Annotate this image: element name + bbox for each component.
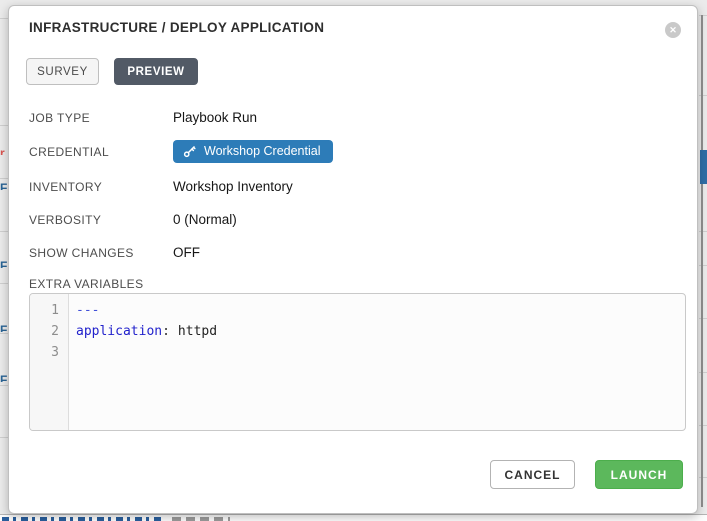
verbosity-label: VERBOSITY	[29, 213, 101, 227]
background-table-border	[701, 15, 703, 507]
inventory-label: INVENTORY	[29, 180, 102, 194]
background-row-divider	[0, 283, 8, 284]
inventory-value: Workshop Inventory	[173, 179, 293, 194]
background-link-fragment: F	[0, 323, 7, 332]
background-clipped-text	[172, 517, 230, 521]
editor-line-number-gutter: 1 2 3	[30, 294, 69, 430]
yaml-colon-token: :	[162, 324, 170, 339]
screen: r F F F F INFRASTRUCTURE / DEPLOY APPLIC…	[0, 0, 707, 521]
yaml-value-token: httpd	[178, 324, 217, 339]
credential-badge[interactable]: Workshop Credential	[173, 140, 333, 163]
survey-tab-button[interactable]: SURVEY	[26, 58, 99, 85]
background-row-divider	[0, 178, 8, 179]
modal-title: INFRASTRUCTURE / DEPLOY APPLICATION	[29, 20, 324, 35]
line-number: 1	[30, 300, 68, 321]
verbosity-value: 0 (Normal)	[173, 212, 237, 227]
background-text-fragment: r	[0, 146, 7, 155]
background-row-divider	[0, 231, 8, 232]
code-line-1: ---	[76, 300, 217, 321]
yaml-key-token: application	[76, 324, 162, 339]
yaml-doc-start-token: ---	[76, 303, 99, 318]
preview-tab-button[interactable]: PREVIEW	[114, 58, 198, 85]
background-row-divider	[0, 333, 8, 334]
extra-variables-label: EXTRA VARIABLES	[29, 277, 144, 291]
show-changes-value: OFF	[173, 245, 200, 260]
launch-button[interactable]: LAUNCH	[595, 460, 683, 489]
cancel-button[interactable]: CANCEL	[490, 460, 575, 489]
background-button-fragment	[700, 150, 707, 184]
extra-variables-editor[interactable]: 1 2 3 --- application: httpd	[29, 293, 686, 431]
code-line-3	[76, 342, 217, 363]
background-link-fragment: F	[0, 373, 7, 382]
deploy-application-modal: INFRASTRUCTURE / DEPLOY APPLICATION SURV…	[8, 5, 698, 514]
background-row-divider	[0, 385, 8, 386]
background-row-divider	[0, 18, 8, 19]
background-row-divider	[0, 125, 8, 126]
show-changes-label: SHOW CHANGES	[29, 246, 134, 260]
background-clipped-text	[2, 517, 164, 521]
line-number: 2	[30, 321, 68, 342]
close-icon[interactable]	[665, 22, 681, 38]
background-bottom-row	[0, 514, 707, 521]
credential-label: CREDENTIAL	[29, 145, 109, 159]
background-link-fragment: F	[0, 181, 7, 190]
job-type-value: Playbook Run	[173, 110, 257, 125]
job-type-label: JOB TYPE	[29, 111, 90, 125]
background-link-fragment: F	[0, 259, 7, 268]
credential-badge-label: Workshop Credential	[204, 144, 321, 158]
background-row-divider	[0, 437, 8, 438]
line-number: 3	[30, 342, 68, 363]
key-icon	[183, 145, 196, 158]
code-line-2: application: httpd	[76, 321, 217, 342]
editor-code-area[interactable]: --- application: httpd	[69, 294, 217, 430]
